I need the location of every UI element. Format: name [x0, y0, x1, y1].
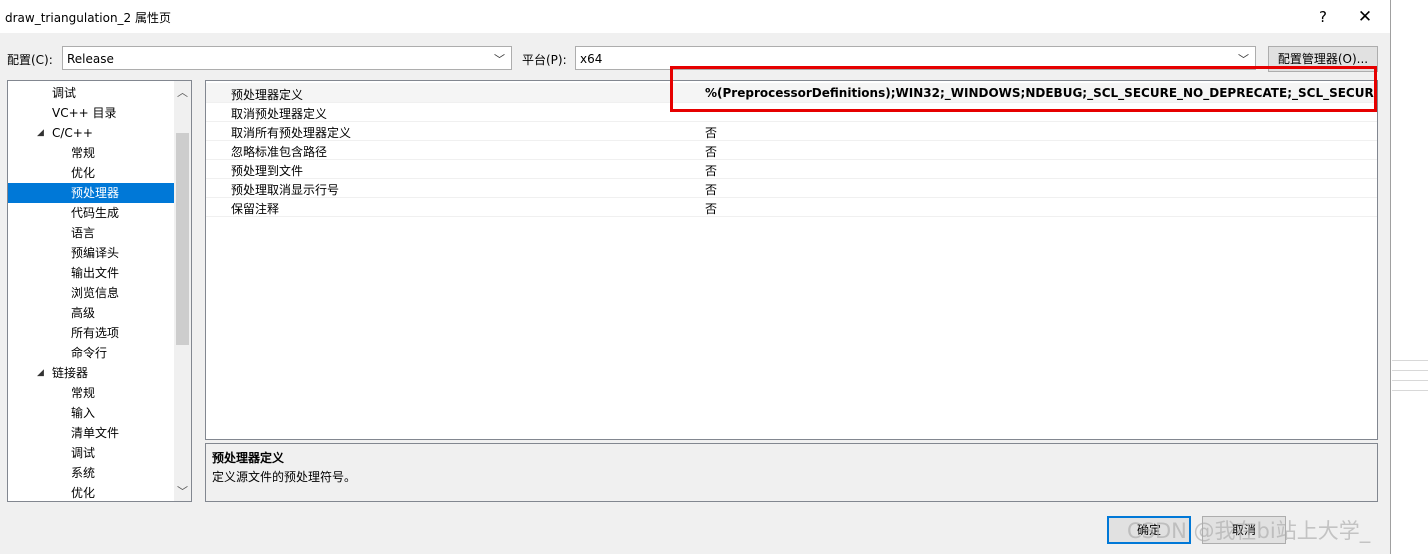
tree-item-label: 常规: [71, 146, 96, 160]
tree-item[interactable]: 预编译头: [8, 243, 174, 263]
property-row[interactable]: 取消所有预处理器定义 否: [206, 121, 1377, 141]
tree-item-label: C/C++: [52, 126, 93, 140]
tree-item-label: 语言: [71, 226, 96, 240]
tree-item-label: 浏览信息: [71, 286, 120, 300]
tree-item-label: 优化: [71, 166, 96, 180]
tree-item-label: 优化: [71, 486, 96, 500]
property-name: 预处理取消显示行号: [231, 183, 340, 197]
tree-item[interactable]: VC++ 目录: [8, 103, 174, 123]
tree-item[interactable]: 高级: [8, 303, 174, 323]
tree-item-label: 所有选项: [71, 326, 120, 340]
tree-item[interactable]: 常规: [8, 143, 174, 163]
property-name: 取消所有预处理器定义: [231, 126, 352, 140]
window-title: draw_triangulation_2 属性页: [5, 11, 171, 25]
property-name: 预处理器定义: [231, 88, 304, 102]
platform-select-value: x64: [580, 52, 603, 66]
tree-item[interactable]: 系统: [8, 463, 174, 483]
config-select[interactable]: Release ﹀: [62, 46, 512, 70]
platform-label: 平台(P):: [522, 53, 567, 67]
property-row[interactable]: 预处理到文件 否: [206, 159, 1377, 179]
property-name: 预处理到文件: [231, 164, 304, 178]
tree-item[interactable]: 调试: [8, 443, 174, 463]
tree-item[interactable]: 输入: [8, 403, 174, 423]
highlight-box: [670, 66, 1377, 112]
property-value[interactable]: 否: [705, 162, 717, 179]
scroll-up-icon[interactable]: ︿: [177, 84, 188, 100]
config-label: 配置(C):: [7, 53, 53, 67]
tree-item[interactable]: 命令行: [8, 343, 174, 363]
tree-item-label: 预处理器: [71, 186, 120, 200]
close-icon[interactable]: ✕: [1352, 6, 1378, 28]
property-tree[interactable]: 调试 VC++ 目录 ◢ C/C++ 常规 优化 预处理器 代码生成 语言 预编译头 输出文件 浏览信…: [7, 80, 192, 502]
watermark: CSDN @我在bi站上大学_: [1127, 519, 1371, 543]
description-title: 预处理器定义: [212, 451, 285, 465]
tree-item-label: 常规: [71, 386, 96, 400]
tree-item[interactable]: ◢ 链接器: [8, 363, 174, 383]
tree-item[interactable]: 优化: [8, 163, 174, 183]
tree-item[interactable]: 浏览信息: [8, 283, 174, 303]
tree-item[interactable]: 预处理器: [8, 183, 174, 203]
tree-item[interactable]: 输出文件: [8, 263, 174, 283]
chevron-down-icon: ﹀: [1238, 53, 1249, 66]
expand-arrow-icon[interactable]: ◢: [37, 363, 44, 383]
tree-item[interactable]: 所有选项: [8, 323, 174, 343]
expand-arrow-icon[interactable]: ◢: [37, 123, 44, 143]
tree-item-label: VC++ 目录: [52, 106, 117, 120]
tree-item-label: 调试: [71, 446, 96, 460]
help-icon[interactable]: ?: [1310, 6, 1336, 28]
title-bar: draw_triangulation_2 属性页 ? ✕: [0, 0, 1390, 33]
property-row[interactable]: 保留注释 否: [206, 197, 1377, 217]
tree-item-label: 输入: [71, 406, 96, 420]
tree-item[interactable]: 常规: [8, 383, 174, 403]
property-value[interactable]: 否: [705, 200, 717, 217]
tree-item[interactable]: 优化: [8, 483, 174, 501]
tree-item[interactable]: 代码生成: [8, 203, 174, 223]
config-select-value: Release: [67, 52, 114, 66]
property-value[interactable]: 否: [705, 143, 717, 160]
scroll-down-icon[interactable]: ﹀: [177, 483, 188, 499]
tree-item[interactable]: ◢ C/C++: [8, 123, 174, 143]
tree-scrollbar[interactable]: ︿ ﹀: [174, 81, 191, 501]
description-panel: 预处理器定义 定义源文件的预处理符号。: [205, 443, 1378, 502]
chevron-down-icon: ﹀: [494, 53, 505, 66]
property-value[interactable]: 否: [705, 124, 717, 141]
tree-item-label: 系统: [71, 466, 96, 480]
tree-item-label: 高级: [71, 306, 96, 320]
property-name: 保留注释: [231, 202, 280, 216]
property-name: 取消预处理器定义: [231, 107, 328, 121]
property-row[interactable]: 预处理取消显示行号 否: [206, 178, 1377, 198]
description-text: 定义源文件的预处理符号。: [212, 470, 357, 484]
property-row[interactable]: 忽略标准包含路径 否: [206, 140, 1377, 160]
scroll-thumb[interactable]: [176, 133, 189, 345]
tree-item-label: 预编译头: [71, 246, 120, 260]
tree-item-label: 命令行: [71, 346, 108, 360]
tree-item-label: 代码生成: [71, 206, 120, 220]
property-grid[interactable]: 预处理器定义 %(PreprocessorDefinitions);WIN32;_…: [205, 80, 1378, 440]
tree-item-label: 清单文件: [71, 426, 120, 440]
background-window-edge: [1392, 360, 1428, 420]
tree-item[interactable]: 调试: [8, 83, 174, 103]
property-name: 忽略标准包含路径: [231, 145, 328, 159]
tree-item-label: 调试: [52, 86, 77, 100]
tree-item[interactable]: 清单文件: [8, 423, 174, 443]
tree-item[interactable]: 语言: [8, 223, 174, 243]
property-value[interactable]: 否: [705, 181, 717, 198]
tree-item-label: 输出文件: [71, 266, 120, 280]
tree-item-label: 链接器: [52, 366, 89, 380]
